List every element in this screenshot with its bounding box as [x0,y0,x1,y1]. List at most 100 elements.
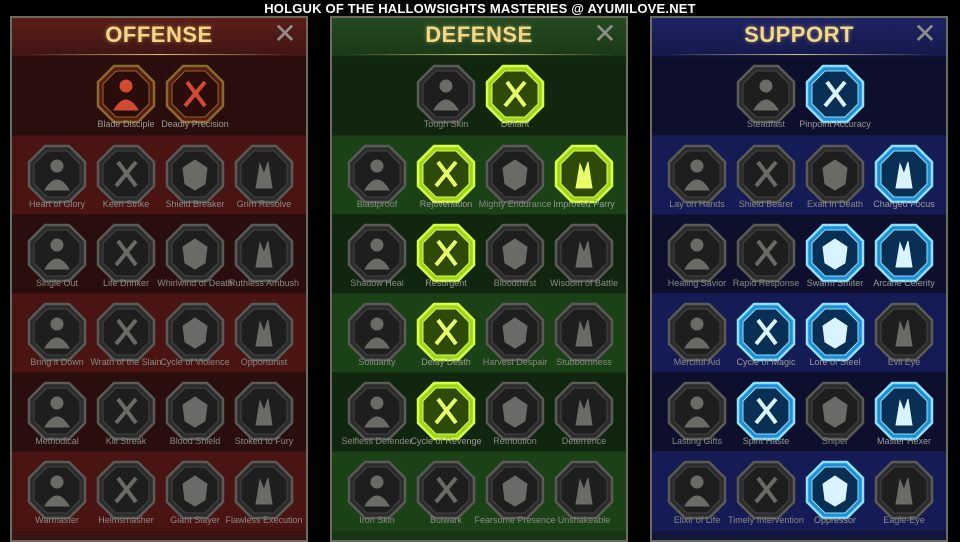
mastery-merciful-aid[interactable]: Merciful Aid [662,302,732,382]
mastery-spirit-haste[interactable]: Spirit Haste [731,381,801,461]
mastery-deterrence[interactable]: Deterrence [549,381,619,461]
praying-hands-icon [667,144,727,204]
header-divider [344,54,614,55]
charging-figure-icon [347,381,407,441]
mastery-bring-it-down[interactable]: Bring it Down [22,302,92,382]
demon-icon [165,460,225,520]
shield-rings-icon [736,144,796,204]
mastery-iron-skin[interactable]: Iron Skin [342,460,412,540]
mastery-cycle-of-revenge[interactable]: Cycle of Revenge [410,381,482,461]
mastery-cycle-of-magic[interactable]: Cycle of Magic [731,302,801,382]
mastery-master-hexer[interactable]: Master Hexer [869,381,939,461]
smoking-skull-icon [805,144,865,204]
mastery-unshakeable[interactable]: Unshakeable [549,460,619,540]
mastery-solidarity[interactable]: Solidarity [342,302,412,382]
speed-figures-icon [874,223,934,283]
armored-figure-icon [347,460,407,520]
mastery-improved-parry[interactable]: Improved Parry [549,144,619,224]
mastery-single-out[interactable]: Single Out [22,223,92,303]
mastery-methodical[interactable]: Methodical [22,381,92,461]
mastery-label: Grim Resolve [236,199,292,209]
hex-figure-icon [874,381,934,441]
mastery-wrath-of-the-slain[interactable]: Wrath of the Slain [90,302,162,382]
mastery-giant-slayer[interactable]: Giant Slayer [160,460,230,540]
mastery-sniper[interactable]: Sniper [800,381,870,461]
mastery-label: Deadly Precision [161,119,229,129]
crossed-swords-icon [96,64,156,124]
mastery-kill-streak[interactable]: Kill Streak [91,381,161,461]
mastery-lasting-gifts[interactable]: Lasting Gifts [662,381,732,461]
mastery-label: Master Hexer [876,436,931,446]
mastery-defiant[interactable]: Defiant [480,64,550,144]
mastery-label: Flawless Execution [225,515,303,525]
mastery-mighty-endurance[interactable]: Mighty Endurance [479,144,551,224]
header-divider [24,54,294,55]
fist-icon [96,302,156,362]
mastery-whirlwind-of-death[interactable]: Whirlwind of Death [157,223,233,303]
mastery-tough-skin[interactable]: Tough Skin [411,64,481,144]
mastery-stubbornness[interactable]: Stubbornness [549,302,619,382]
support-panel: SUPPORT ✕ Steadfast Pinpoint Accuracy Lay … [650,16,948,542]
glowing-figure-icon [667,223,727,283]
mastery-wisdom-of-battle[interactable]: Wisdom of Battle [549,223,619,303]
mastery-shield-bearer[interactable]: Shield Bearer [731,144,801,224]
mastery-opportunist[interactable]: Opportunist [229,302,299,382]
mastery-bloodthirst[interactable]: Bloodthirst [480,223,550,303]
mastery-lay-on-hands[interactable]: Lay on Hands [662,144,732,224]
mastery-stoked-to-fury[interactable]: Stoked to Fury [229,381,299,461]
mastery-life-drinker[interactable]: Life Drinker [91,223,161,303]
mastery-cycle-of-violence[interactable]: Cycle of Violence [160,302,230,382]
skull-icon [96,381,156,441]
mastery-steadfast[interactable]: Steadfast [731,64,801,144]
mastery-fearsome-presence[interactable]: Fearsome Presence [474,460,556,540]
mastery-retribution[interactable]: Retribution [480,381,550,461]
mastery-flawless-execution[interactable]: Flawless Execution [225,460,303,540]
mastery-rejuvenation[interactable]: Rejuvenation [411,144,481,224]
mastery-grim-resolve[interactable]: Grim Resolve [229,144,299,224]
mastery-timely-intervention[interactable]: Timely Intervention [728,460,804,540]
close-icon[interactable]: ✕ [912,20,938,48]
mastery-eagle-eye[interactable]: Eagle-Eye [869,460,939,540]
mastery-resurgent[interactable]: Resurgent [411,223,481,303]
mastery-blade-disciple[interactable]: Blade Disciple [91,64,161,144]
mastery-warmaster[interactable]: Warmaster [22,460,92,540]
mastery-lore-of-steel[interactable]: Lore of Steel [800,302,870,382]
spider-icon [27,381,87,441]
mastery-deadly-precision[interactable]: Deadly Precision [160,64,230,144]
mastery-harvest-despair[interactable]: Harvest Despair [480,302,550,382]
mastery-healing-savior[interactable]: Healing Savior [662,223,732,303]
mastery-keen-strike[interactable]: Keen Strike [91,144,161,224]
chain-lightning-icon [234,302,294,362]
mastery-oppressor[interactable]: Oppressor [800,460,870,540]
support-title: SUPPORT [744,22,854,47]
horned-warrior-icon [27,144,87,204]
mastery-blood-shield[interactable]: Blood Shield [160,381,230,461]
mastery-swarm-smiter[interactable]: Swarm Smiter [800,223,870,303]
mastery-label: Charged Focus [873,199,935,209]
mastery-exalt-in-death[interactable]: Exalt in Death [800,144,870,224]
rage-figure-icon [234,381,294,441]
lightning-icon [736,223,796,283]
mastery-arcane-celerity[interactable]: Arcane Celerity [869,223,939,303]
mastery-bulwark[interactable]: Bulwark [411,460,481,540]
mastery-evil-eye[interactable]: Evil Eye [869,302,939,382]
mastery-delay-death[interactable]: Delay Death [411,302,481,382]
mastery-ruthless-ambush[interactable]: Ruthless Ambush [229,223,299,303]
mastery-label: Stoked to Fury [234,436,294,446]
mastery-elixir-of-life[interactable]: Elixir of Life [662,460,732,540]
close-icon[interactable]: ✕ [592,20,618,48]
mastery-pinpoint-accuracy[interactable]: Pinpoint Accuracy [799,64,871,144]
close-icon[interactable]: ✕ [272,20,298,48]
mastery-helmsmasher[interactable]: Helmsmasher [91,460,161,540]
mastery-rapid-response[interactable]: Rapid Response [731,223,801,303]
offense-panel: OFFENSE ✕ Blade Disciple Deadly Precision… [10,16,308,542]
mastery-shield-breaker[interactable]: Shield Breaker [160,144,230,224]
mastery-heart-of-glory[interactable]: Heart of Glory [22,144,92,224]
mastery-charged-focus[interactable]: Charged Focus [869,144,939,224]
mastery-blastproof[interactable]: Blastproof [342,144,412,224]
mastery-selfless-defender[interactable]: Selfless Defender [341,381,413,461]
grabbing-hand-icon [234,223,294,283]
mastery-label: Improved Parry [553,199,615,209]
offense-header: OFFENSE ✕ [12,18,306,58]
mastery-shadow-heal[interactable]: Shadow Heal [342,223,412,303]
